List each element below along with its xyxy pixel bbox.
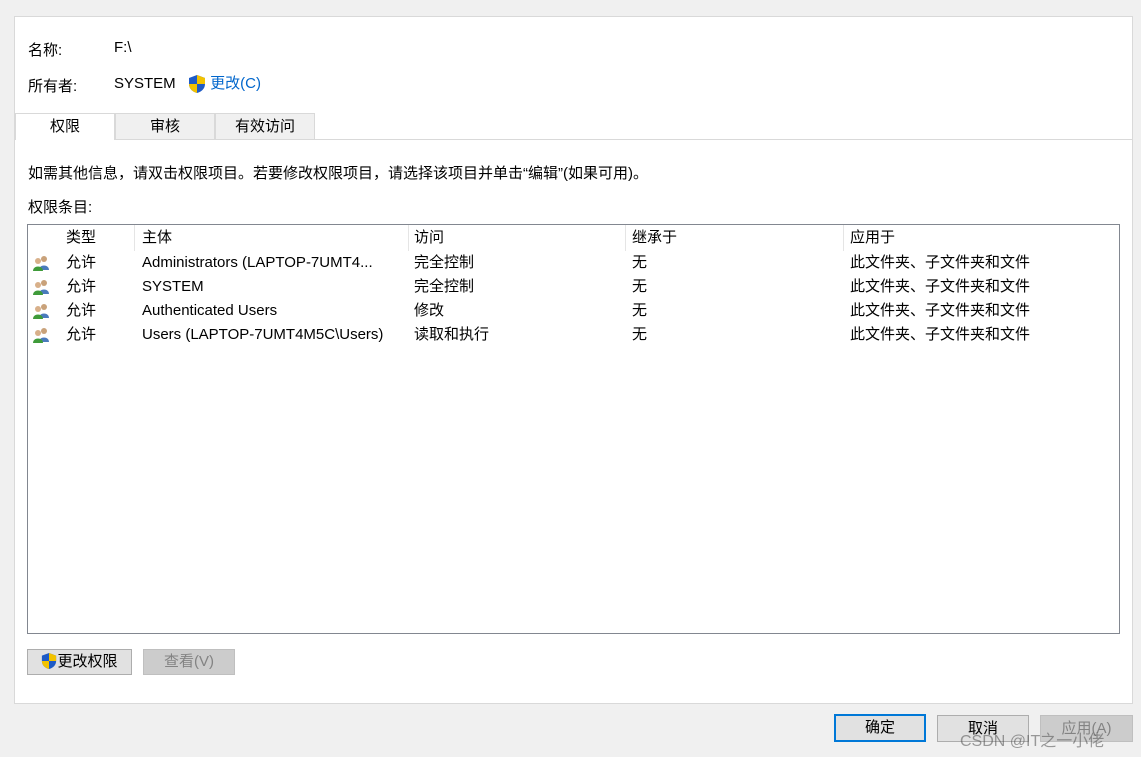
name-label: 名称: <box>28 42 63 59</box>
uac-shield-icon <box>189 75 205 94</box>
owner-label: 所有者: <box>28 78 78 95</box>
permission-entries-list[interactable]: 类型 主体 访问 继承于 应用于 允许 Administrators (LAPT… <box>27 224 1120 634</box>
change-permissions-button[interactable]: 更改权限 <box>27 649 132 675</box>
cell-inherited: 无 <box>632 326 648 343</box>
cell-type: 允许 <box>66 278 97 295</box>
table-row[interactable]: 允许 Administrators (LAPTOP-7UMT4... 完全控制 … <box>28 251 1119 275</box>
cell-applies: 此文件夹、子文件夹和文件 <box>850 302 1031 319</box>
owner-value: SYSTEM <box>114 75 176 92</box>
entries-label: 权限条目: <box>28 199 93 216</box>
cell-access: 完全控制 <box>414 254 475 271</box>
tab-effective-access[interactable]: 有效访问 <box>215 113 315 139</box>
change-owner-link[interactable]: 更改(C) <box>188 72 261 94</box>
cell-type: 允许 <box>66 254 97 271</box>
users-icon <box>33 304 49 319</box>
table-row[interactable]: 允许 Users (LAPTOP-7UMT4M5C\Users) 读取和执行 无… <box>28 323 1119 347</box>
cell-applies: 此文件夹、子文件夹和文件 <box>850 278 1031 295</box>
users-icon <box>33 256 49 271</box>
cell-inherited: 无 <box>632 254 648 271</box>
uac-shield-icon <box>42 652 57 669</box>
name-value: F:\ <box>114 39 132 56</box>
cell-inherited: 无 <box>632 302 648 319</box>
ok-button[interactable]: 确定 <box>834 714 926 742</box>
users-icon <box>33 328 49 343</box>
cell-principal: Users (LAPTOP-7UMT4M5C\Users) <box>142 326 384 343</box>
column-header-access[interactable]: 访问 <box>408 225 626 251</box>
table-row[interactable]: 允许 Authenticated Users 修改 无 此文件夹、子文件夹和文件 <box>28 299 1119 323</box>
cell-principal: Authenticated Users <box>142 302 278 319</box>
column-header-principal[interactable]: 主体 <box>136 225 408 251</box>
cell-access: 完全控制 <box>414 278 475 295</box>
column-header-type[interactable]: 类型 <box>60 225 135 251</box>
column-header-inherited-from[interactable]: 继承于 <box>626 225 844 251</box>
tab-bar: 权限 审核 有效访问 <box>15 113 1132 140</box>
tab-auditing[interactable]: 审核 <box>115 113 215 139</box>
permissions-panel: 名称: F:\ 所有者: SYSTEM 更改(C) 权限 审核 有效访问 如需其… <box>14 16 1133 704</box>
instruction-text: 如需其他信息，请双击权限项目。若要修改权限项目，请选择该项目并单击“编辑”(如果… <box>28 165 648 182</box>
table-row[interactable]: 允许 SYSTEM 完全控制 无 此文件夹、子文件夹和文件 <box>28 275 1119 299</box>
cell-access: 修改 <box>414 302 445 319</box>
cell-inherited: 无 <box>632 278 648 295</box>
column-header-applies-to[interactable]: 应用于 <box>844 225 1104 251</box>
cell-applies: 此文件夹、子文件夹和文件 <box>850 326 1031 343</box>
change-owner-text[interactable]: 更改(C) <box>210 75 261 92</box>
cell-type: 允许 <box>66 302 97 319</box>
tab-permissions[interactable]: 权限 <box>15 113 115 140</box>
change-permissions-label: 更改权限 <box>57 653 118 670</box>
cell-access: 读取和执行 <box>414 326 490 343</box>
cell-principal: Administrators (LAPTOP-7UMT4... <box>142 254 373 271</box>
users-icon <box>33 280 49 295</box>
view-button[interactable]: 查看(V) <box>143 649 235 675</box>
watermark-text: CSDN @IT之一小佬 <box>960 733 1105 750</box>
cell-principal: SYSTEM <box>142 278 204 295</box>
cell-applies: 此文件夹、子文件夹和文件 <box>850 254 1031 271</box>
cell-type: 允许 <box>66 326 97 343</box>
